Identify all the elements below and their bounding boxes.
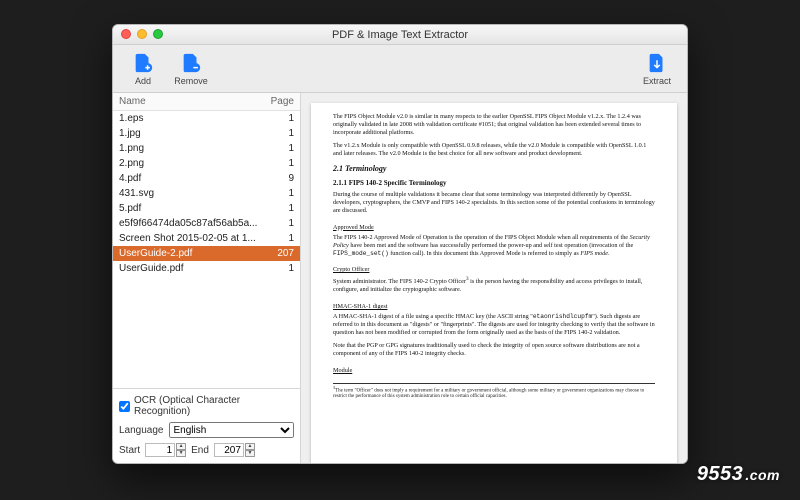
col-page[interactable]: Page — [260, 96, 294, 107]
end-input[interactable] — [214, 443, 244, 457]
sidebar: Name Page 1.eps11.jpg11.png12.png14.pdf9… — [113, 93, 301, 463]
doc-term: Crypto Officer — [333, 266, 369, 274]
list-header: Name Page — [113, 93, 300, 111]
language-select[interactable]: English — [169, 422, 295, 438]
file-pages: 1 — [260, 128, 294, 139]
minimize-icon[interactable] — [137, 29, 147, 39]
remove-button[interactable]: Remove — [171, 51, 211, 86]
doc-paragraph: During the course of multiple validation… — [333, 191, 655, 215]
document-minus-icon — [179, 51, 203, 75]
list-item[interactable]: e5f9f66474da05c87af56ab5a...1 — [113, 216, 300, 231]
doc-paragraph: System administrator. The FIPS 140-2 Cry… — [333, 276, 655, 294]
controls-panel: OCR (Optical Character Recognition) Lang… — [113, 388, 300, 463]
doc-term: HMAC-SHA-1 digest — [333, 303, 388, 311]
list-item[interactable]: 1.png1 — [113, 141, 300, 156]
ocr-checkbox[interactable] — [119, 401, 130, 412]
extract-label: Extract — [643, 76, 671, 86]
add-button[interactable]: Add — [123, 51, 163, 86]
file-name: 431.svg — [119, 188, 260, 199]
doc-divider — [333, 383, 655, 384]
doc-paragraph: The FIPS Object Module v2.0 is similar i… — [333, 113, 655, 137]
doc-term: Module — [333, 367, 352, 375]
doc-term: Approved Mode — [333, 224, 374, 232]
file-pages: 9 — [260, 173, 294, 184]
file-name: 5.pdf — [119, 203, 260, 214]
document-plus-icon — [131, 51, 155, 75]
watermark-brand: 9553 — [697, 463, 744, 486]
list-item[interactable]: Screen Shot 2015-02-05 at 1...1 — [113, 231, 300, 246]
file-pages: 1 — [260, 263, 294, 274]
doc-heading: 2.1 Terminology — [333, 164, 655, 174]
toolbar: Add Remove Extract — [113, 45, 687, 93]
list-item[interactable]: 5.pdf1 — [113, 201, 300, 216]
remove-label: Remove — [174, 76, 208, 86]
watermark-suffix: .com — [745, 467, 780, 483]
list-item[interactable]: UserGuide-2.pdf207 — [113, 246, 300, 261]
file-name: 1.eps — [119, 113, 260, 124]
doc-paragraph: A HMAC-SHA-1 digest of a file using a sp… — [333, 313, 655, 337]
document-arrow-icon — [645, 51, 669, 75]
zoom-icon[interactable] — [153, 29, 163, 39]
titlebar: PDF & Image Text Extractor — [113, 25, 687, 45]
end-label: End — [191, 445, 209, 456]
extract-button[interactable]: Extract — [637, 51, 677, 86]
doc-subheading: 2.1.1 FIPS 140-2 Specific Terminology — [333, 179, 655, 188]
language-label: Language — [119, 425, 164, 436]
ocr-checkbox-row[interactable]: OCR (Optical Character Recognition) — [119, 395, 294, 417]
list-item[interactable]: 2.png1 — [113, 156, 300, 171]
list-item[interactable]: 4.pdf9 — [113, 171, 300, 186]
doc-footnote: 3The term "Officer" does not imply a req… — [333, 386, 655, 400]
list-item[interactable]: 1.eps1 — [113, 111, 300, 126]
file-list[interactable]: 1.eps11.jpg11.png12.png14.pdf9431.svg15.… — [113, 111, 300, 388]
add-label: Add — [135, 76, 151, 86]
document-page: The FIPS Object Module v2.0 is similar i… — [311, 103, 677, 463]
file-name: 1.jpg — [119, 128, 260, 139]
list-item[interactable]: 431.svg1 — [113, 186, 300, 201]
start-label: Start — [119, 445, 140, 456]
file-pages: 1 — [260, 143, 294, 154]
file-name: 1.png — [119, 143, 260, 154]
list-item[interactable]: UserGuide.pdf1 — [113, 261, 300, 276]
doc-paragraph: Note that the PGP or GPG signatures trad… — [333, 342, 655, 358]
file-pages: 1 — [260, 158, 294, 169]
ocr-label: OCR (Optical Character Recognition) — [134, 395, 294, 417]
watermark: 9553.com — [697, 463, 780, 486]
file-pages: 207 — [260, 248, 294, 259]
window-title: PDF & Image Text Extractor — [332, 29, 468, 41]
file-name: e5f9f66474da05c87af56ab5a... — [119, 218, 260, 229]
doc-paragraph: The v1.2.x Module is only compatible wit… — [333, 142, 655, 158]
file-name: 2.png — [119, 158, 260, 169]
doc-paragraph: The FIPS 140-2 Approved Mode of Operatio… — [333, 234, 655, 258]
file-name: UserGuide.pdf — [119, 263, 260, 274]
file-pages: 1 — [260, 218, 294, 229]
start-input[interactable] — [145, 443, 175, 457]
start-stepper[interactable]: ▲▼ — [176, 443, 186, 457]
col-name[interactable]: Name — [119, 96, 260, 107]
file-name: Screen Shot 2015-02-05 at 1... — [119, 233, 260, 244]
preview-pane: The FIPS Object Module v2.0 is similar i… — [301, 93, 687, 463]
file-name: UserGuide-2.pdf — [119, 248, 260, 259]
list-item[interactable]: 1.jpg1 — [113, 126, 300, 141]
app-window: PDF & Image Text Extractor Add Remove — [112, 24, 688, 464]
file-pages: 1 — [260, 188, 294, 199]
close-icon[interactable] — [121, 29, 131, 39]
file-pages: 1 — [260, 203, 294, 214]
window-controls — [121, 29, 163, 39]
file-pages: 1 — [260, 233, 294, 244]
file-pages: 1 — [260, 113, 294, 124]
end-stepper[interactable]: ▲▼ — [245, 443, 255, 457]
file-name: 4.pdf — [119, 173, 260, 184]
